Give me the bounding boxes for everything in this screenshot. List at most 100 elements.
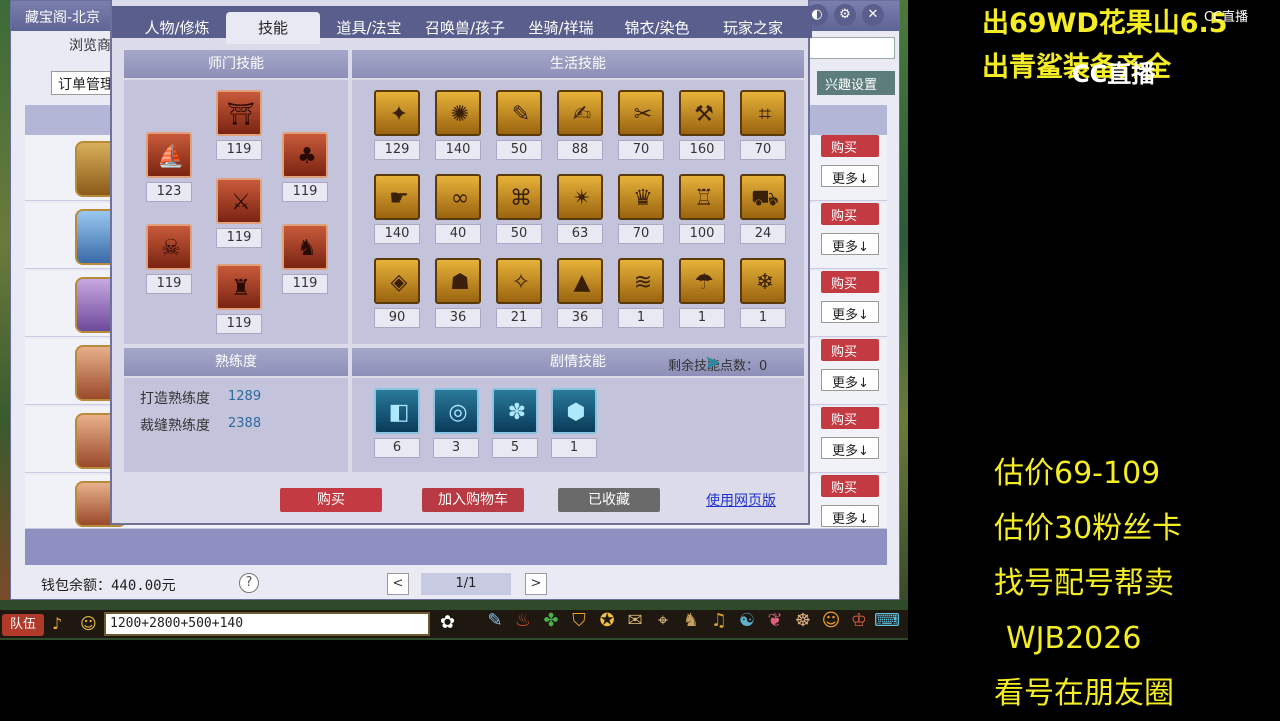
scroll-icon[interactable]: ✉: [622, 606, 648, 636]
shield-icon[interactable]: ⛉: [566, 606, 592, 636]
more-button[interactable]: 更多↓: [821, 165, 879, 187]
castle-icon: ♖: [679, 174, 725, 220]
buy-button[interactable]: 购买: [280, 488, 382, 512]
drops-icon-glyph: ☂: [694, 270, 714, 295]
life-skill[interactable]: ♖ 100: [679, 174, 725, 244]
smile-icon[interactable]: ☺: [818, 606, 844, 636]
gear-icon[interactable]: ⚙: [834, 4, 856, 26]
story-skill[interactable]: ◎ 3: [433, 388, 479, 458]
favorited-button[interactable]: 已收藏: [558, 488, 660, 512]
life-skill[interactable]: ✍ 88: [557, 90, 603, 160]
peach-icon[interactable]: ❦: [762, 606, 788, 636]
story-skill[interactable]: ◧ 6: [374, 388, 420, 458]
microphone-icon[interactable]: ♪: [52, 614, 70, 636]
gift-icon[interactable]: ✤: [538, 606, 564, 636]
book-icon: ✦: [374, 90, 420, 136]
mask-icon-glyph: ☠: [161, 236, 181, 261]
tab-items[interactable]: 道具/法宝: [322, 12, 416, 44]
next-page-button[interactable]: >: [525, 573, 547, 595]
life-skill[interactable]: ∞ 40: [435, 174, 481, 244]
life-skill[interactable]: ✂ 70: [618, 90, 664, 160]
wand-icon[interactable]: ✎: [482, 606, 508, 636]
horse-icon[interactable]: ♞: [678, 606, 704, 636]
buy-button[interactable]: 购买: [821, 135, 879, 157]
prev-page-button[interactable]: <: [387, 573, 409, 595]
life-skill[interactable]: ⛟ 24: [740, 174, 786, 244]
school-skill[interactable]: ⚔ 119: [216, 178, 262, 248]
emoji-icon[interactable]: ☺: [80, 614, 102, 636]
life-skill[interactable]: ✧ 21: [496, 258, 542, 328]
beast-icon-glyph: ♞: [297, 236, 317, 261]
life-skill[interactable]: ✴ 63: [557, 174, 603, 244]
tree-icon: ♣: [282, 132, 328, 178]
compass-icon: ✺: [435, 90, 481, 136]
life-skill[interactable]: ✎ 50: [496, 90, 542, 160]
more-button[interactable]: 更多↓: [821, 505, 879, 527]
life-skill[interactable]: ✺ 140: [435, 90, 481, 160]
team-button[interactable]: 队伍: [2, 614, 44, 636]
list-footer: [25, 529, 887, 565]
star-icon[interactable]: ✪: [594, 606, 620, 636]
bag-icon[interactable]: ♨: [510, 606, 536, 636]
school-skill[interactable]: ♣ 119: [282, 132, 328, 202]
school-skill[interactable]: ☠ 119: [146, 224, 192, 294]
web-version-link[interactable]: 使用网页版: [706, 490, 776, 510]
life-skill[interactable]: ⚒ 160: [679, 90, 725, 160]
school-skill[interactable]: ⛩ 119: [216, 90, 262, 160]
tab-outfits[interactable]: 锦衣/染色: [610, 12, 704, 44]
life-skill[interactable]: ◈ 90: [374, 258, 420, 328]
school-skill[interactable]: ♞ 119: [282, 224, 328, 294]
tab-skills[interactable]: 技能: [226, 12, 320, 44]
lamp-icon[interactable]: ♔: [846, 606, 872, 636]
life-skill[interactable]: ♛ 70: [618, 174, 664, 244]
tab-mounts[interactable]: 坐骑/祥瑞: [514, 12, 608, 44]
skill-level: 123: [146, 182, 192, 202]
story-skill[interactable]: ✽ 5: [492, 388, 538, 458]
map-icon-glyph: ⌘: [510, 186, 532, 211]
bell-icon[interactable]: ♫: [706, 606, 732, 636]
handshake-icon[interactable]: ☸: [790, 606, 816, 636]
mountain-icon: ▲: [557, 258, 603, 304]
browse-tab[interactable]: 浏览商: [69, 35, 111, 55]
add-to-cart-button[interactable]: 加入购物车: [422, 488, 524, 512]
tab-summons[interactable]: 召唤兽/孩子: [418, 12, 512, 44]
more-button[interactable]: 更多↓: [821, 437, 879, 459]
tornado-icon-glyph: ✧: [511, 270, 531, 295]
help-icon[interactable]: ?: [239, 573, 259, 593]
buy-button[interactable]: 购买: [821, 339, 879, 361]
tab-character[interactable]: 人物/修炼: [130, 12, 224, 44]
more-button[interactable]: 更多↓: [821, 233, 879, 255]
buy-button[interactable]: 购买: [821, 271, 879, 293]
life-skill[interactable]: ⌘ 50: [496, 174, 542, 244]
temple-icon-glyph: ♛: [633, 186, 653, 211]
life-skill[interactable]: ✦ 129: [374, 90, 420, 160]
school-skill[interactable]: ♜ 119: [216, 264, 262, 334]
close-icon[interactable]: ✕: [862, 4, 884, 26]
drops-icon: ☂: [679, 258, 725, 304]
story-skill[interactable]: ⬢ 1: [551, 388, 597, 458]
life-skill[interactable]: ☂ 1: [679, 258, 725, 328]
life-skill[interactable]: ▲ 36: [557, 258, 603, 328]
castle-icon-glyph: ♖: [694, 186, 714, 211]
skill-level: 70: [618, 224, 664, 244]
buy-button[interactable]: 购买: [821, 203, 879, 225]
skill-level: 160: [679, 140, 725, 160]
interest-settings-button[interactable]: 兴趣设置: [817, 71, 895, 95]
pet-icon[interactable]: ✿: [440, 612, 466, 636]
life-skill[interactable]: ❄ 1: [740, 258, 786, 328]
life-skill[interactable]: ☗ 36: [435, 258, 481, 328]
wind-icon-glyph: ≋: [633, 270, 653, 295]
chat-input[interactable]: 1200+2800+500+140: [104, 612, 430, 636]
buy-button[interactable]: 购买: [821, 475, 879, 497]
map-icon[interactable]: ⌖: [650, 606, 676, 636]
more-button[interactable]: 更多↓: [821, 301, 879, 323]
tab-home[interactable]: 玩家之家: [706, 12, 800, 44]
life-skill[interactable]: ☛ 140: [374, 174, 420, 244]
life-skill[interactable]: ≋ 1: [618, 258, 664, 328]
more-button[interactable]: 更多↓: [821, 369, 879, 391]
buy-button[interactable]: 购买: [821, 407, 879, 429]
school-skill[interactable]: ⛵ 123: [146, 132, 192, 202]
fish-icon[interactable]: ☯: [734, 606, 760, 636]
life-skill[interactable]: ⌗ 70: [740, 90, 786, 160]
computer-icon[interactable]: ⌨: [874, 606, 900, 636]
